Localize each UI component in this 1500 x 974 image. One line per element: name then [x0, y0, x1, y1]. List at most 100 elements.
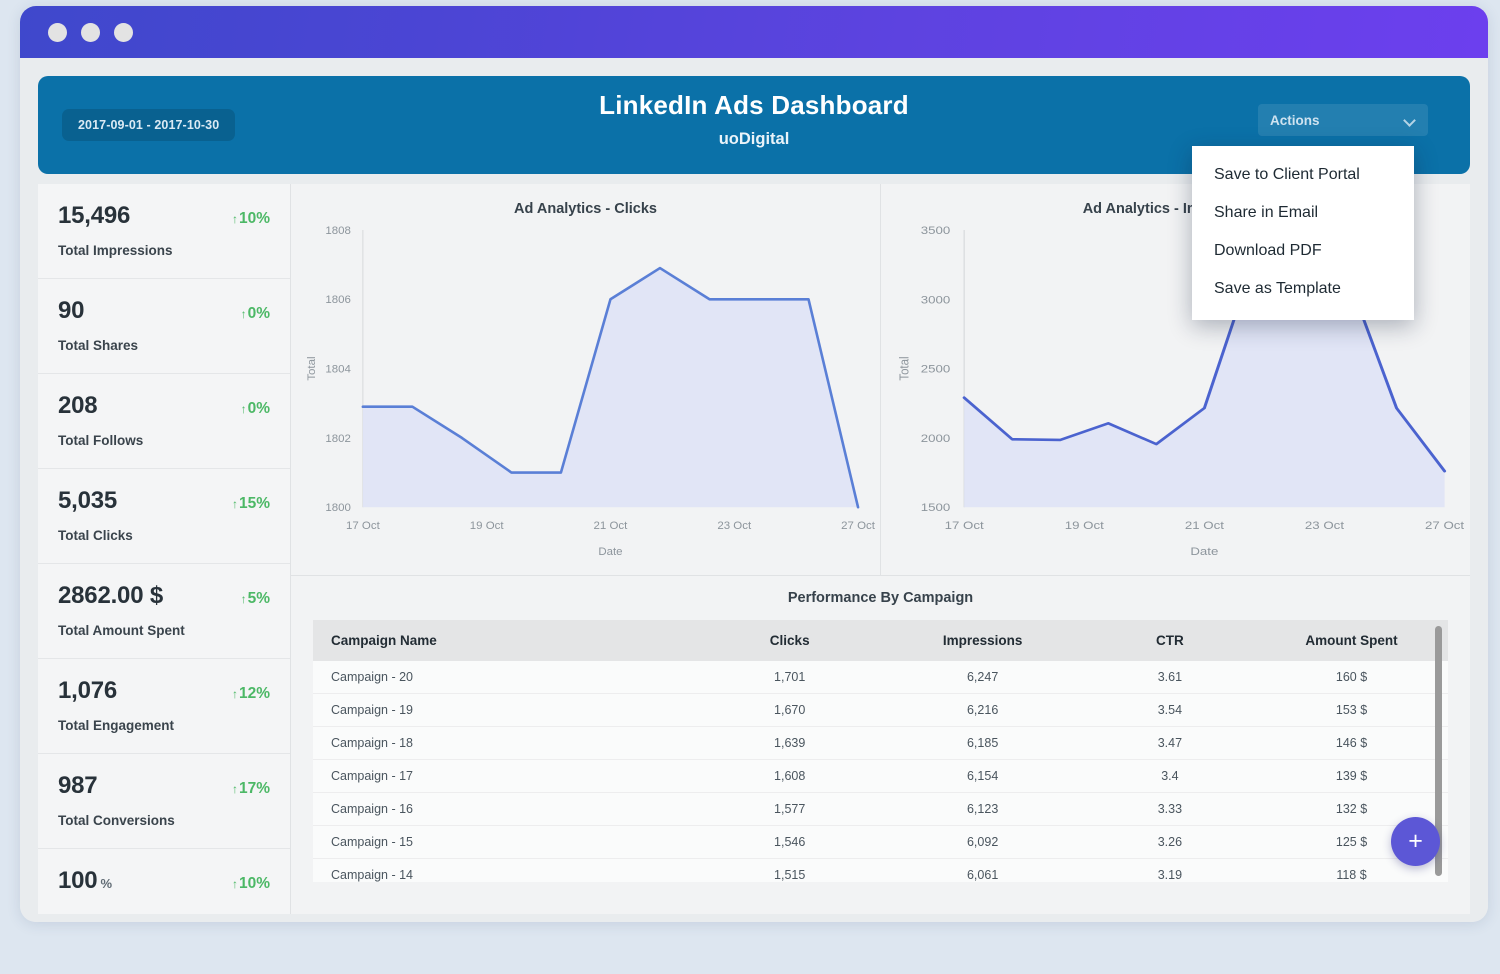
kpi-delta: ↑15% — [231, 495, 270, 512]
table-cell-clicks: 1,701 — [698, 661, 881, 694]
table-cell-name: Campaign - 16 — [313, 792, 699, 826]
kpi-card: 2862.00 $ ↑5% Total Amount Spent — [38, 564, 290, 659]
actions-dropdown-button[interactable]: Actions — [1258, 104, 1428, 136]
column-header-impressions[interactable]: Impressions — [880, 620, 1085, 661]
kpi-card: 1,076 ↑12% Total Engagement — [38, 659, 290, 754]
table-cell-impr: 6,092 — [880, 825, 1085, 859]
kpi-label: Total Shares — [58, 338, 139, 353]
table-scroll-container[interactable]: Campaign Name Clicks Impressions CTR Amo… — [313, 620, 1448, 882]
performance-table: Campaign Name Clicks Impressions CTR Amo… — [313, 620, 1448, 882]
maximize-dot-icon[interactable] — [114, 22, 133, 42]
kpi-card-top: 1,076 ↑12% — [58, 677, 270, 705]
table-cell-clicks: 1,515 — [698, 858, 881, 882]
svg-text:1800: 1800 — [325, 502, 351, 514]
arrow-up-icon: ↑ — [231, 687, 238, 701]
table-cell-name: Campaign - 17 — [313, 759, 699, 793]
svg-text:21 Oct: 21 Oct — [1185, 519, 1225, 532]
table-cell-ctr: 3.61 — [1084, 661, 1256, 694]
kpi-label: Total Impressions — [58, 243, 173, 258]
table-cell-ctr: 3.26 — [1084, 825, 1256, 859]
svg-text:1806: 1806 — [325, 294, 351, 306]
table-row[interactable]: Campaign - 17 1,608 6,154 3.4 139 $ — [313, 759, 1448, 793]
table-row[interactable]: Campaign - 15 1,546 6,092 3.26 125 $ — [313, 825, 1448, 859]
date-range-badge[interactable]: 2017-09-01 - 2017-10-30 — [62, 109, 236, 141]
table-row[interactable]: Campaign - 20 1,701 6,247 3.61 160 $ — [313, 661, 1448, 694]
performance-table-panel: Performance By Campaign Campaign Name Cl… — [291, 576, 1470, 914]
table-cell-name: Campaign - 14 — [313, 858, 699, 882]
minimize-dot-icon[interactable] — [81, 22, 100, 42]
kpi-card: 15,496 ↑10% Total Impressions — [38, 184, 290, 279]
kpi-label: Total Follows — [58, 433, 144, 448]
table-cell-impr: 6,123 — [880, 792, 1085, 826]
chart-card-clicks: Ad Analytics - Clicks 1800 1802 1804 1806 18… — [291, 184, 881, 576]
kpi-card-top: 5,035 ↑15% — [58, 487, 270, 515]
table-row[interactable]: Campaign - 14 1,515 6,061 3.19 118 $ — [313, 858, 1448, 882]
menu-item-save-as-template[interactable]: Save as Template — [1192, 270, 1414, 308]
table-cell-clicks: 1,639 — [698, 726, 881, 760]
table-cell-ctr: 3.54 — [1084, 693, 1256, 727]
page-title: LinkedIn Ads Dashboard — [599, 90, 909, 120]
svg-text:23 Oct: 23 Oct — [1305, 519, 1345, 532]
svg-text:Total: Total — [897, 356, 912, 380]
table-head: Campaign Name Clicks Impressions CTR Amo… — [313, 620, 1448, 661]
kpi-value: 5,035 — [58, 487, 118, 514]
kpi-delta: ↑0% — [240, 400, 270, 417]
svg-text:17 Oct: 17 Oct — [945, 519, 985, 532]
kpi-unit: % — [100, 876, 112, 891]
arrow-up-icon: ↑ — [231, 877, 238, 891]
table-cell-impr: 6,216 — [880, 693, 1085, 727]
column-header-campaign-name[interactable]: Campaign Name — [313, 620, 699, 661]
table-body: Campaign - 20 1,701 6,247 3.61 160 $ Campaign… — [313, 661, 1448, 882]
table-cell-ctr: 3.19 — [1084, 858, 1256, 882]
table-row[interactable]: Campaign - 16 1,577 6,123 3.33 132 $ — [313, 792, 1448, 826]
table-cell-name: Campaign - 19 — [313, 693, 699, 727]
column-header-ctr[interactable]: CTR — [1084, 620, 1256, 661]
kpi-value: 208 — [58, 392, 98, 419]
svg-text:1808: 1808 — [325, 225, 351, 237]
svg-text:1802: 1802 — [325, 433, 351, 445]
table-cell-spent: 160 $ — [1255, 661, 1448, 694]
kpi-delta: ↑5% — [240, 590, 270, 607]
kpi-label: Total Engagement — [58, 718, 175, 733]
area-chart-svg: 1800 1802 1804 1806 1808 17 Oct 19 Oct 21 Oct 23… — [306, 225, 876, 558]
screen-root: 2017-09-01 - 2017-10-30 LinkedIn Ads Das… — [0, 0, 1500, 974]
arrow-up-icon: ↑ — [231, 782, 238, 796]
table-cell-ctr: 3.47 — [1084, 726, 1256, 760]
add-fab-button[interactable]: + — [1391, 817, 1440, 866]
kpi-card: 100% ↑10% — [38, 849, 290, 922]
kpi-card: 5,035 ↑15% Total Clicks — [38, 469, 290, 564]
svg-text:19 Oct: 19 Oct — [1065, 519, 1105, 532]
kpi-value: 15,496 — [58, 202, 131, 229]
close-dot-icon[interactable] — [48, 22, 67, 42]
table-cell-impr: 6,154 — [880, 759, 1085, 793]
svg-text:1500: 1500 — [921, 501, 951, 514]
kpi-card-top: 100% ↑10% — [58, 867, 270, 895]
menu-item-save-to-client-portal[interactable]: Save to Client Portal — [1192, 156, 1414, 194]
kpi-sidebar: 15,496 ↑10% Total Impressions 90 ↑0% Tot… — [38, 184, 291, 914]
kpi-card: 208 ↑0% Total Follows — [38, 374, 290, 469]
svg-text:23 Oct: 23 Oct — [717, 520, 752, 532]
table-row[interactable]: Campaign - 18 1,639 6,185 3.47 146 $ — [313, 726, 1448, 760]
table-cell-name: Campaign - 18 — [313, 726, 699, 760]
kpi-delta: ↑0% — [240, 305, 270, 322]
kpi-card-top: 90 ↑0% — [58, 297, 270, 325]
kpi-card-top: 2862.00 $ ↑5% — [58, 582, 270, 610]
table-row[interactable]: Campaign - 19 1,670 6,216 3.54 153 $ — [313, 693, 1448, 727]
table-cell-spent: 139 $ — [1255, 759, 1448, 793]
svg-text:Total: Total — [306, 356, 318, 380]
table-cell-name: Campaign - 15 — [313, 825, 699, 859]
arrow-up-icon: ↑ — [240, 592, 247, 606]
kpi-label: Total Amount Spent — [58, 623, 185, 638]
table-header-row: Campaign Name Clicks Impressions CTR Amo… — [313, 620, 1448, 661]
svg-text:17 Oct: 17 Oct — [346, 520, 381, 532]
menu-item-download-pdf[interactable]: Download PDF — [1192, 232, 1414, 270]
column-header-amount-spent[interactable]: Amount Spent — [1255, 620, 1448, 661]
table-cell-clicks: 1,670 — [698, 693, 881, 727]
arrow-up-icon: ↑ — [240, 307, 247, 321]
actions-dropdown-label: Actions — [1270, 112, 1320, 128]
table-cell-clicks: 1,546 — [698, 825, 881, 859]
kpi-delta: ↑10% — [231, 210, 270, 227]
column-header-clicks[interactable]: Clicks — [698, 620, 881, 661]
menu-item-share-in-email[interactable]: Share in Email — [1192, 194, 1414, 232]
chart-canvas-clicks: 1800 1802 1804 1806 1808 17 Oct 19 Oct 21 Oct 23… — [291, 216, 880, 575]
